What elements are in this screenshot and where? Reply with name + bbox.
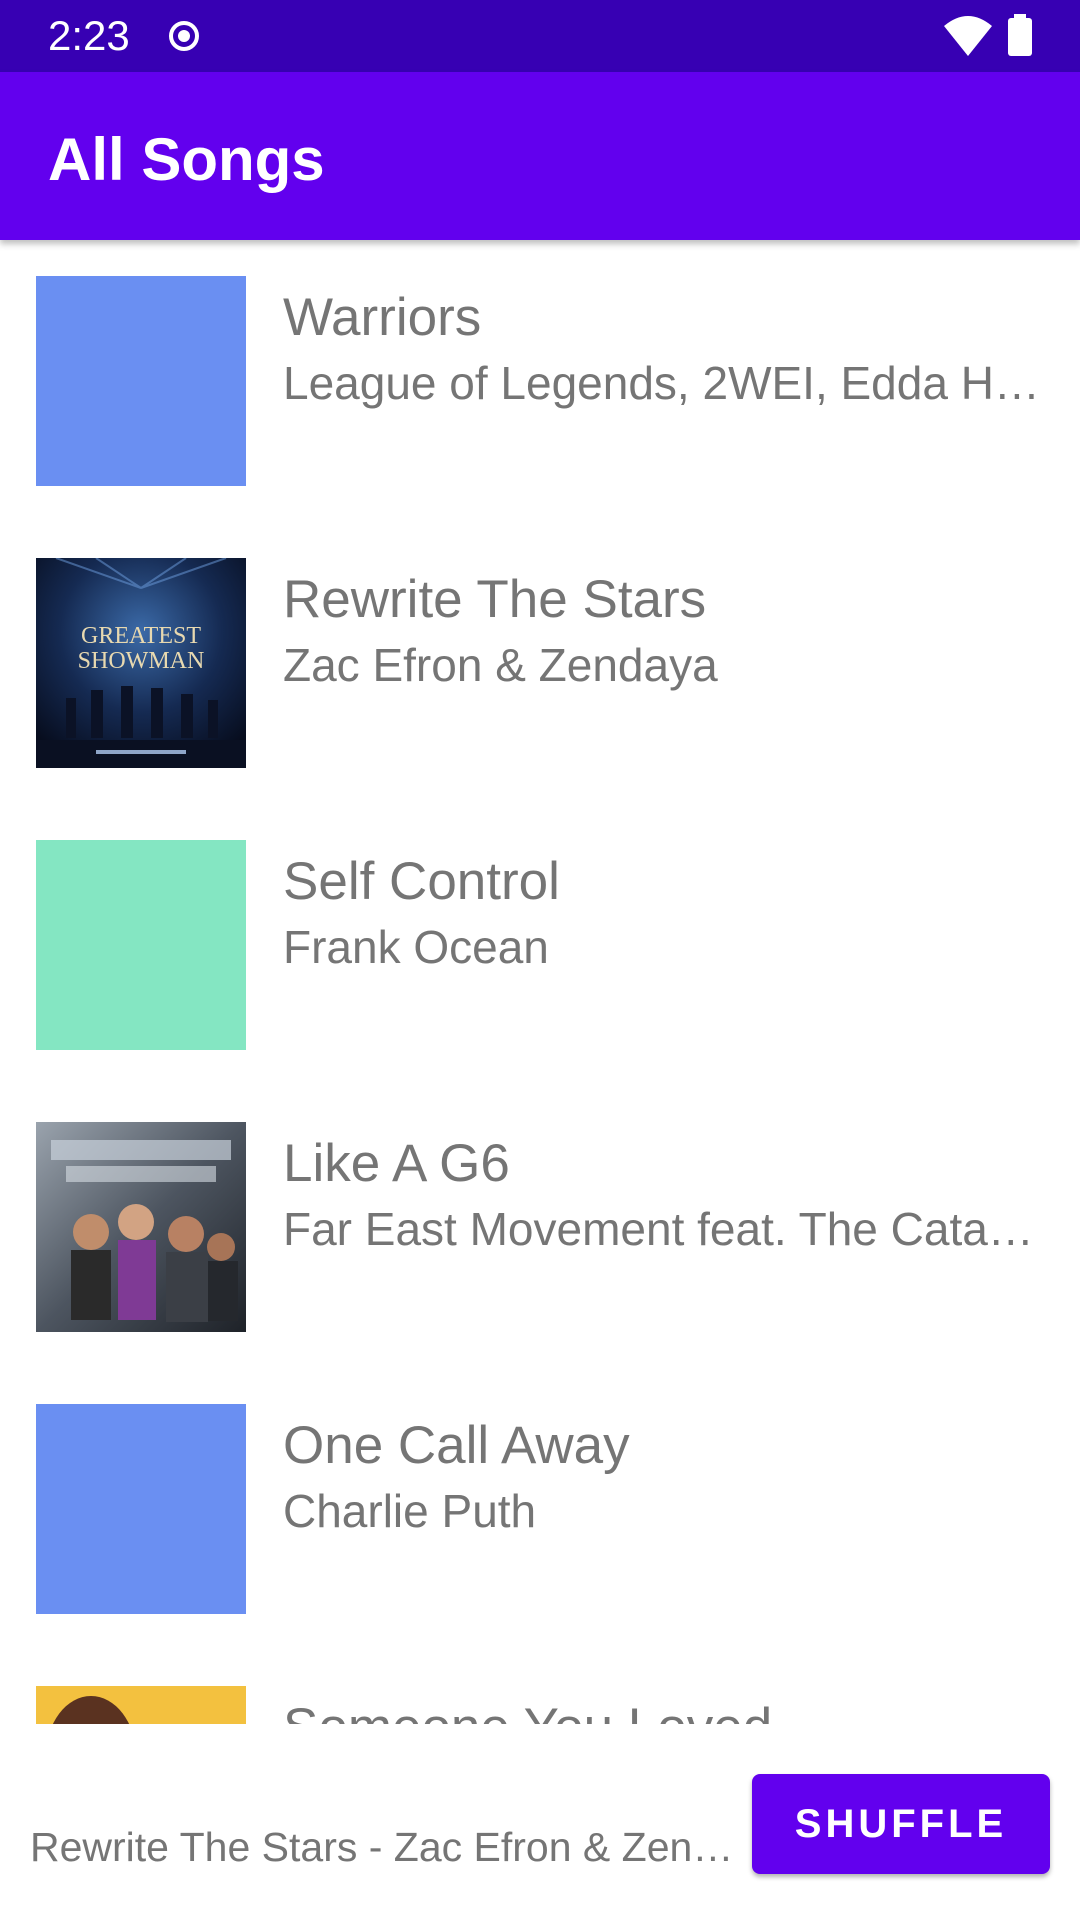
album-art-far-east-movement [36, 1122, 246, 1332]
now-playing-text[interactable]: Rewrite The Stars - Zac Efron & Zend… [30, 1824, 736, 1870]
album-art-greatest-showman: GREATEST SHOWMAN [36, 558, 246, 768]
shuffle-button[interactable]: SHUFFLE [752, 1774, 1050, 1874]
song-title: Self Control [283, 852, 560, 911]
wifi-icon [944, 16, 992, 56]
song-artist: Far East Movement feat. The Cata… [283, 1203, 1034, 1255]
page-title: All Songs [48, 126, 325, 193]
song-artist: Frank Ocean [283, 921, 549, 973]
song-item-like-a-g6[interactable]: Like A G6 Far East Movement feat. The Ca… [0, 1086, 1080, 1368]
song-title: Warriors [283, 288, 482, 347]
svg-text:GREATEST: GREATEST [81, 623, 201, 649]
song-item-self-control[interactable]: Self Control Frank Ocean [0, 804, 1080, 1086]
song-item-warriors[interactable]: Warriors League of Legends, 2WEI, Edda H… [0, 240, 1080, 522]
record-icon [169, 21, 199, 51]
app-bar: All Songs [0, 72, 1080, 240]
album-art-placeholder [36, 276, 246, 486]
album-art-placeholder [36, 840, 246, 1050]
song-title: Rewrite The Stars [283, 570, 707, 629]
song-item-one-call-away[interactable]: One Call Away Charlie Puth [0, 1368, 1080, 1650]
song-artist: League of Legends, 2WEI, Edda H… [283, 357, 1040, 409]
status-time: 2:23 [48, 12, 130, 59]
song-item-someone-you-loved[interactable]: Someone You Loved [0, 1650, 1080, 1724]
song-list[interactable]: Warriors League of Legends, 2WEI, Edda H… [0, 240, 1080, 1724]
svg-text:SHOWMAN: SHOWMAN [78, 648, 205, 674]
battery-icon [1008, 14, 1032, 56]
album-art-someone-you-loved [36, 1686, 246, 1724]
song-artist: Zac Efron & Zendaya [283, 639, 718, 691]
song-artist: Charlie Puth [283, 1485, 537, 1537]
song-title: Like A G6 [283, 1134, 510, 1193]
song-item-rewrite-the-stars[interactable]: GREATEST SHOWMAN Rewrite The Stars Zac E… [0, 522, 1080, 804]
status-bar: 2:23 [0, 0, 1080, 72]
song-title: One Call Away [283, 1416, 630, 1475]
album-art-placeholder [36, 1404, 246, 1614]
now-playing-bar: Rewrite The Stars - Zac Efron & Zend… SH… [0, 1724, 1080, 1920]
song-title: Someone You Loved [283, 1698, 1043, 1724]
